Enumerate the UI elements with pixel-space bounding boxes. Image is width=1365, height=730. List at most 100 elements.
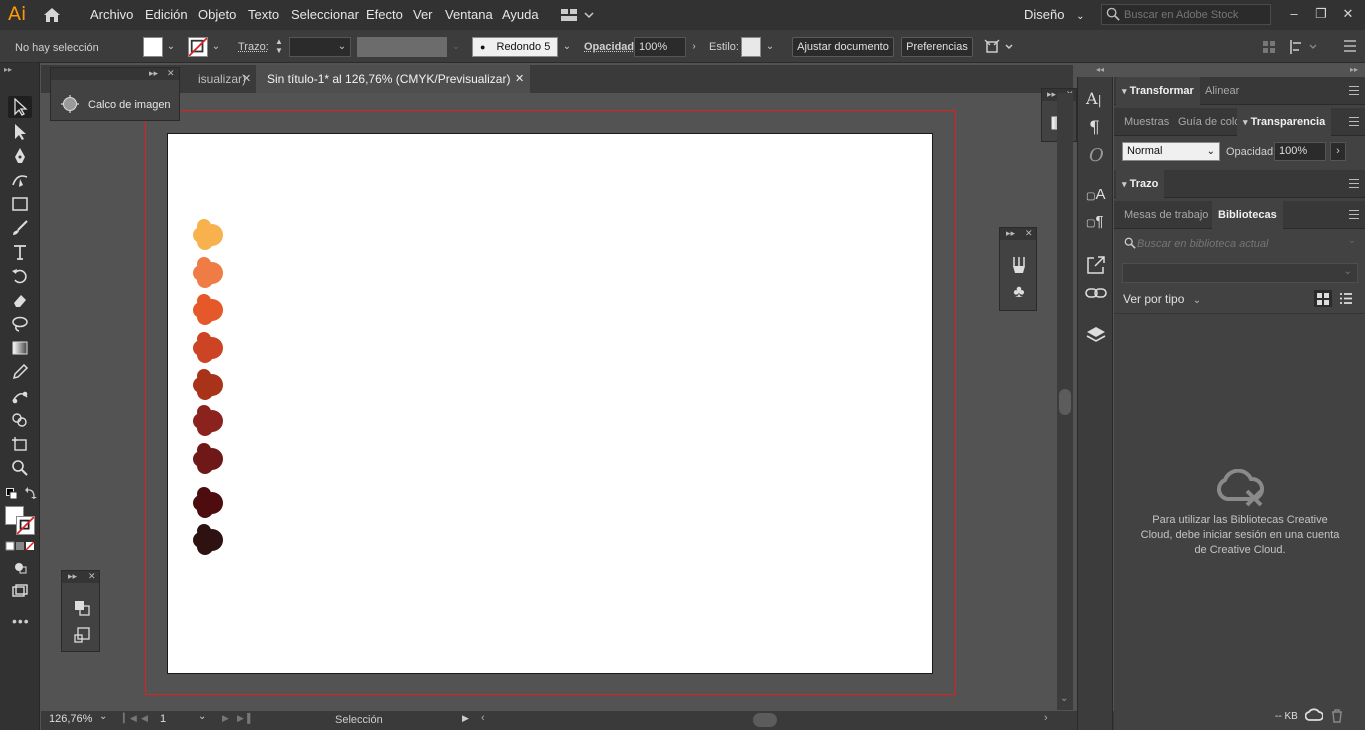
stroke-swatch[interactable] (188, 37, 208, 57)
opacity-field[interactable]: 100% (634, 37, 686, 57)
library-search-box[interactable]: ⌄ (1122, 235, 1358, 253)
stroke-label[interactable]: Trazo: (238, 41, 269, 53)
opacity-arrow-icon[interactable]: › (1330, 142, 1346, 161)
export-icon[interactable] (1086, 255, 1106, 275)
stroke-weight-stepper[interactable]: ▲ ▼ (272, 37, 286, 57)
menu-ventana[interactable]: Ventana (445, 7, 493, 22)
cc-sync-icon[interactable] (1304, 708, 1324, 722)
paragraph-panel-icon[interactable]: ¶ (1089, 118, 1100, 138)
first-artboard-icon[interactable]: ▎◀ (123, 713, 137, 724)
tab-alinear[interactable]: Alinear (1199, 77, 1245, 105)
color-mode-buttons[interactable] (5, 541, 35, 551)
stroke-weight-dropdown[interactable]: ⌄ (336, 37, 348, 57)
selection-tool[interactable] (8, 96, 32, 118)
color-swatch-blob[interactable] (192, 291, 228, 327)
library-select[interactable]: ⌄ (1122, 263, 1358, 283)
symbols-icon[interactable]: ♣ (1010, 283, 1028, 301)
menu-edicion[interactable]: Edición (145, 7, 188, 22)
opentype-panel-icon[interactable]: O (1089, 145, 1104, 166)
align-icons-group[interactable] (1261, 38, 1321, 56)
panel-close-icon[interactable]: ✕ (167, 68, 175, 79)
puppet-warp-icon[interactable] (984, 38, 1014, 56)
color-swatch-blob[interactable] (192, 366, 228, 402)
zoom-dropdown-arrow[interactable]: ⌄ (99, 711, 107, 722)
curvature-tool[interactable] (8, 169, 32, 191)
color-swatch-blob[interactable] (192, 254, 228, 290)
screen-mode-icon[interactable] (8, 580, 32, 602)
tab-trazo[interactable]: ▾ Trazo (1116, 170, 1165, 198)
adjust-document-button[interactable]: Ajustar documento (792, 37, 894, 57)
panel-close-icon[interactable]: ✕ (1025, 228, 1033, 239)
transform-icon[interactable] (73, 626, 91, 644)
collapse-arrows-icon[interactable]: ▸▸ (4, 65, 12, 74)
panel-menu-icon[interactable] (1343, 40, 1357, 52)
color-swatch-blob[interactable] (192, 329, 228, 365)
transparency-opacity-label[interactable]: Opacidad: (1226, 146, 1276, 158)
panel-menu-icon[interactable] (1349, 210, 1359, 219)
panel-collapse-icon[interactable]: ▸▸ (1047, 89, 1056, 100)
layers-icon[interactable] (1086, 325, 1106, 345)
image-trace-icon[interactable] (61, 95, 79, 113)
lasso-tool[interactable] (8, 313, 32, 335)
tab-active-close-icon[interactable]: ✕ (515, 72, 524, 85)
status-menu-arrow[interactable]: ▶ (462, 713, 469, 724)
grid-view-icon[interactable] (1314, 290, 1332, 307)
menu-ver[interactable]: Ver (413, 7, 433, 22)
pathfinder-icon[interactable] (73, 599, 91, 617)
home-icon[interactable] (42, 6, 62, 24)
zoom-level-field[interactable]: 126,76% (45, 712, 101, 729)
collapse-arrows-icon[interactable]: ◂◂ (1096, 65, 1104, 74)
tab-mesas-trabajo[interactable]: Mesas de trabajo (1118, 201, 1214, 229)
shape-builder-tool[interactable] (8, 409, 32, 431)
next-artboard-icon[interactable]: ▶ (222, 713, 229, 724)
panel-collapse-icon[interactable]: ▸▸ (149, 68, 158, 79)
panel-collapse-icon[interactable]: ▸▸ (1006, 228, 1015, 239)
brushes-symbols-panel-header[interactable]: ▸▸ ✕ (1000, 228, 1036, 240)
panel-close-icon[interactable]: ✕ (88, 571, 96, 582)
color-swatch-blob[interactable] (192, 484, 228, 520)
artboard-tool[interactable] (8, 433, 32, 455)
type-tool[interactable] (8, 241, 32, 263)
artboard-number-field[interactable]: 1 (156, 712, 198, 729)
fill-dropdown-arrow[interactable]: ⌄ (165, 37, 177, 57)
paintbrush-tool[interactable] (8, 217, 32, 239)
blend-tool[interactable] (8, 385, 32, 407)
direct-selection-tool[interactable] (8, 121, 32, 143)
panel-menu-icon[interactable] (1349, 117, 1359, 126)
image-trace-label[interactable]: Calco de imagen (88, 99, 171, 111)
color-swatch-blob[interactable] (192, 521, 228, 557)
preferences-button[interactable]: Preferencias (901, 37, 973, 57)
rectangle-tool[interactable] (8, 193, 32, 215)
minimize-button[interactable]: – (1284, 4, 1304, 24)
default-fill-stroke-icon[interactable] (6, 488, 18, 500)
vertical-scroll-thumb[interactable] (1059, 389, 1071, 415)
links-icon[interactable] (1085, 286, 1107, 300)
tab-transformar[interactable]: ▾ Transformar (1116, 77, 1200, 105)
collapse-arrows-icon[interactable]: ▸▸ (1350, 65, 1358, 74)
opacity-label[interactable]: Opacidad: (584, 41, 638, 53)
menu-ayuda[interactable]: Ayuda (502, 7, 539, 22)
panel-collapse-icon[interactable]: ▸▸ (68, 571, 77, 582)
tab-transparencia[interactable]: ▾ Transparencia (1237, 108, 1332, 136)
style-dropdown-arrow[interactable]: ⌄ (764, 37, 776, 57)
hscroll-left-arrow[interactable]: ‹ (481, 712, 485, 724)
brush-dropdown-arrow[interactable]: ⌄ (561, 37, 573, 57)
artboard-dropdown-arrow[interactable]: ⌄ (198, 711, 206, 722)
stroke-color-box[interactable] (16, 516, 35, 535)
tab-muestras[interactable]: Muestras (1118, 108, 1175, 136)
workspace-switcher[interactable]: Diseño ⌄ (1024, 7, 1084, 22)
blend-mode-select[interactable]: Normal ⌄ (1122, 142, 1220, 161)
menu-objeto[interactable]: Objeto (198, 7, 236, 22)
hscroll-right-arrow[interactable]: › (1044, 712, 1048, 724)
library-search-input[interactable] (1137, 236, 1337, 252)
character-panel-icon[interactable]: A| (1086, 89, 1102, 108)
variable-width-profile[interactable] (357, 37, 447, 57)
view-by-type-dropdown[interactable]: Ver por tipo ⌄ (1123, 292, 1201, 306)
trash-icon[interactable] (1330, 709, 1344, 723)
color-swatch-blob[interactable] (192, 402, 228, 438)
canvas-area[interactable] (41, 93, 1057, 710)
more-tools-icon[interactable]: ••• (12, 613, 30, 629)
color-swatch-blob[interactable] (192, 440, 228, 476)
panel-menu-icon[interactable] (1349, 179, 1359, 188)
artboard[interactable] (167, 133, 933, 674)
